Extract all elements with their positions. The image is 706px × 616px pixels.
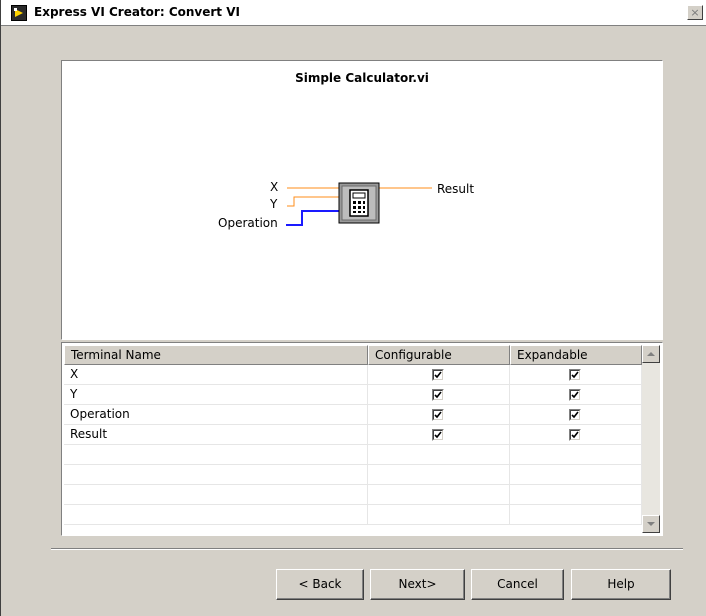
checkmark-icon <box>434 411 442 419</box>
table-body: X Y Operation Result <box>64 365 642 525</box>
connector-diagram <box>286 182 432 226</box>
configurable-checkbox[interactable] <box>432 389 444 401</box>
terminal-name-cell <box>64 445 368 464</box>
table-row[interactable] <box>64 445 642 465</box>
expandable-checkbox[interactable] <box>569 389 581 401</box>
terminal-name-cell: Operation <box>64 405 368 424</box>
cancel-button[interactable]: Cancel <box>471 569 564 600</box>
checkmark-icon <box>571 431 579 439</box>
terminal-table: Terminal Name Configurable Expandable XY… <box>61 342 663 536</box>
expandable-cell <box>510 505 642 524</box>
terminal-name-cell <box>64 465 368 484</box>
expandable-cell <box>510 385 642 404</box>
terminal-label-x: X <box>270 180 279 194</box>
vi-preview-panel: Simple Calculator.vi X Y Operation Resul… <box>61 60 663 340</box>
column-header-terminal-name[interactable]: Terminal Name <box>64 345 368 365</box>
checkmark-icon <box>571 371 579 379</box>
help-button[interactable]: Help <box>571 569 671 600</box>
configurable-cell <box>368 485 510 504</box>
configurable-cell <box>368 365 510 384</box>
table-row[interactable] <box>64 465 642 485</box>
terminal-name-cell <box>64 505 368 524</box>
column-header-expandable[interactable]: Expandable <box>510 345 642 365</box>
configurable-cell <box>368 385 510 404</box>
scroll-up-button[interactable] <box>642 345 660 363</box>
expandable-cell <box>510 405 642 424</box>
checkmark-icon <box>434 431 442 439</box>
terminal-label-operation: Operation <box>218 216 278 230</box>
terminal-name-cell: X <box>64 365 368 384</box>
table-row[interactable]: Y <box>64 385 642 405</box>
vertical-scrollbar[interactable] <box>642 345 660 533</box>
expandable-cell <box>510 465 642 484</box>
terminal-label-result: Result <box>437 182 475 196</box>
table-row[interactable] <box>64 485 642 505</box>
expandable-cell <box>510 365 642 384</box>
calculator-icon <box>338 182 380 224</box>
close-button[interactable]: × <box>687 5 703 20</box>
terminal-name-cell: Y <box>64 385 368 404</box>
scroll-down-button[interactable] <box>642 515 660 533</box>
table-row[interactable]: X <box>64 365 642 385</box>
expandable-checkbox[interactable] <box>569 409 581 421</box>
configurable-cell <box>368 465 510 484</box>
column-header-configurable[interactable]: Configurable <box>368 345 510 365</box>
expandable-cell <box>510 485 642 504</box>
checkmark-icon <box>571 391 579 399</box>
configurable-cell <box>368 445 510 464</box>
configurable-cell <box>368 505 510 524</box>
terminal-name-cell <box>64 485 368 504</box>
table-row[interactable]: Result <box>64 425 642 445</box>
arrow-down-icon <box>647 522 655 526</box>
configurable-checkbox[interactable] <box>432 429 444 441</box>
next-button[interactable]: Next> <box>370 569 465 600</box>
arrow-up-icon <box>647 352 655 356</box>
title-bar[interactable]: Express VI Creator: Convert VI × <box>1 0 706 26</box>
back-button[interactable]: < Back <box>276 569 364 600</box>
configurable-cell <box>368 425 510 444</box>
terminal-label-y: Y <box>270 197 278 211</box>
checkmark-icon <box>434 391 442 399</box>
configurable-checkbox[interactable] <box>432 409 444 421</box>
dialog-window: Express VI Creator: Convert VI × Simple … <box>0 0 706 616</box>
window-title: Express VI Creator: Convert VI <box>34 5 240 19</box>
wire-y <box>287 196 339 207</box>
separator <box>51 548 683 550</box>
terminal-name-cell: Result <box>64 425 368 444</box>
expandable-cell <box>510 425 642 444</box>
table-row[interactable] <box>64 505 642 525</box>
checkmark-icon <box>434 371 442 379</box>
table-row[interactable]: Operation <box>64 405 642 425</box>
configurable-cell <box>368 405 510 424</box>
expandable-checkbox[interactable] <box>569 369 581 381</box>
checkmark-icon <box>571 411 579 419</box>
configurable-checkbox[interactable] <box>432 369 444 381</box>
wire-operation <box>286 210 339 226</box>
labview-express-icon <box>11 5 27 21</box>
expandable-checkbox[interactable] <box>569 429 581 441</box>
expandable-cell <box>510 445 642 464</box>
